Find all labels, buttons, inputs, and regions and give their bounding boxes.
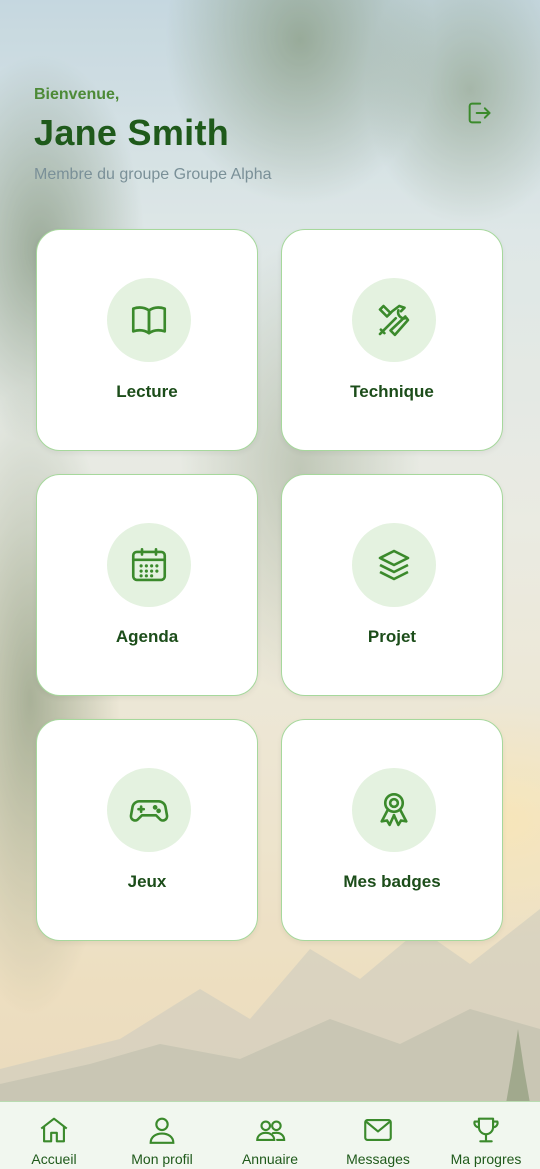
welcome-header: Bienvenue, Jane Smith Membre du groupe G…: [34, 86, 504, 184]
card-icon-circle: [107, 523, 191, 607]
card-projet[interactable]: Projet: [281, 474, 503, 696]
card-agenda[interactable]: Agenda: [36, 474, 258, 696]
card-icon-circle: [352, 278, 436, 362]
calendar-icon: [131, 547, 167, 582]
nav-mon-profil[interactable]: Mon profil: [108, 1102, 216, 1169]
card-jeux[interactable]: Jeux: [36, 719, 258, 941]
users-icon: [256, 1120, 286, 1141]
card-label: Jeux: [127, 872, 167, 891]
card-icon-circle: [107, 278, 191, 362]
bottom-navigation: Accueil Mon profil Annuaire Messages Ma …: [0, 1101, 540, 1169]
nav-accueil[interactable]: Accueil: [0, 1102, 108, 1169]
mail-icon: [364, 1119, 392, 1141]
book-icon: [131, 306, 167, 335]
card-technique[interactable]: Technique: [281, 229, 503, 451]
nav-annuaire[interactable]: Annuaire: [216, 1102, 324, 1169]
card-lecture[interactable]: Lecture: [36, 229, 258, 451]
user-name: Jane Smith: [34, 112, 230, 153]
trophy-icon: [473, 1117, 499, 1143]
nav-label: Ma progres: [450, 1151, 522, 1167]
card-label: Technique: [350, 382, 434, 401]
group-membership-text: Membre du groupe Groupe Alpha: [34, 166, 272, 183]
logout-button[interactable]: [464, 98, 494, 128]
badge-icon: [380, 792, 408, 827]
nav-label: Mon profil: [131, 1151, 193, 1167]
user-icon: [149, 1117, 175, 1144]
gamepad-icon: [129, 799, 169, 822]
nav-label: Accueil: [31, 1151, 77, 1167]
card-label: Projet: [367, 627, 417, 646]
card-icon-circle: [107, 768, 191, 852]
layers-icon: [378, 549, 410, 581]
welcome-text: Bienvenue,: [34, 86, 120, 103]
card-mes-badges[interactable]: Mes badges: [281, 719, 503, 941]
home-icon: [40, 1117, 68, 1143]
nav-label: Annuaire: [241, 1151, 299, 1167]
card-label: Lecture: [116, 382, 178, 401]
nav-label: Messages: [346, 1151, 410, 1167]
nav-messages[interactable]: Messages: [324, 1102, 432, 1169]
card-label: Agenda: [115, 627, 179, 646]
logout-icon: [468, 102, 491, 124]
card-label: Mes badges: [343, 872, 441, 891]
tools-icon: [378, 304, 410, 337]
card-icon-circle: [352, 768, 436, 852]
card-icon-circle: [352, 523, 436, 607]
nav-ma-progres[interactable]: Ma progres: [432, 1102, 540, 1169]
